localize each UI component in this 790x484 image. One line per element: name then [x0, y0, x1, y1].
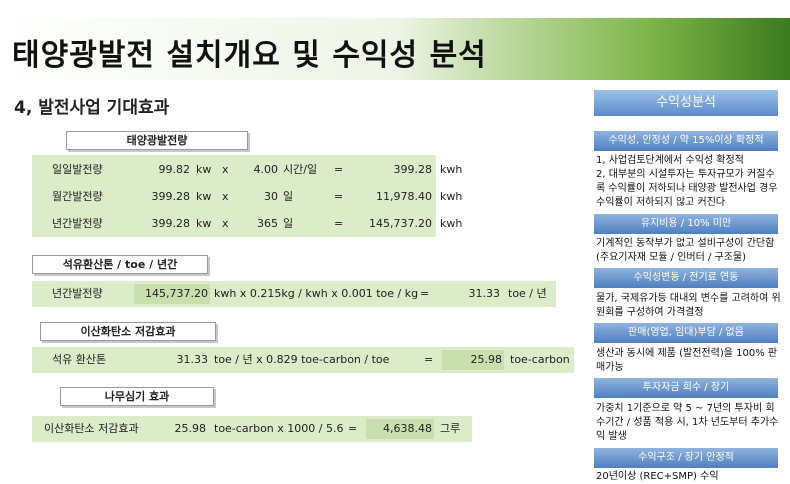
tree-row-formula: toe-carbon x 1000 / 5.6: [214, 422, 344, 435]
row-result-unit: kwh: [440, 163, 463, 176]
sidebar-block-text: 가중치 1기준으로 약 5 ~ 7년의 투자비 회수기간 / 성품 적용 시, …: [596, 403, 779, 442]
oil-section-label: 석유환산톤 / toe / 년간: [32, 255, 208, 274]
sidebar-block-header: 수익성변동 / 전기료 연동: [594, 268, 778, 288]
row-value: 399.28: [151, 190, 191, 203]
row-multiplier-unit: 시간/일: [283, 163, 318, 176]
co2-section-label: 이산화탄소 저감효과: [40, 322, 216, 341]
row-equals: =: [334, 217, 344, 230]
oil-row-equals: =: [420, 287, 430, 300]
sidebar-block-header: 투자자금 회수 / 장기: [594, 378, 778, 398]
row-multiplier: 365: [257, 217, 278, 230]
oil-row-formula: kwh x 0.215kg / kwh x 0.001 toe / kg: [214, 287, 419, 300]
sidebar-block-text: 20년이상 (REC+SMP) 수익: [596, 471, 719, 482]
sidebar-title: 수익성분석: [594, 90, 778, 116]
co2-row-result: 25.98: [442, 350, 504, 370]
oil-row-name: 년간발전량: [52, 287, 103, 300]
tree-section-label: 나무심기 효과: [60, 387, 214, 406]
tree-row-value: 25.98: [174, 422, 207, 435]
row-name: 년간발전량: [52, 217, 103, 230]
row-multiplier-unit: 일: [283, 190, 294, 203]
row-operator: x: [222, 190, 229, 203]
oil-row-result: 31.33: [468, 287, 501, 300]
row-name: 월간발전량: [52, 190, 103, 203]
row-unit: kw: [196, 163, 212, 176]
sidebar-block-header: 판매(영업, 임대)부담 / 없음: [594, 323, 778, 343]
co2-row-formula: toe / 년 x 0.829 toe-carbon / toe: [214, 353, 390, 366]
solar-section-label: 태양광발전량: [66, 131, 248, 150]
row-result-unit: kwh: [440, 190, 463, 203]
row-multiplier: 4.00: [253, 163, 279, 176]
row-operator: x: [222, 163, 229, 176]
co2-row-result-unit: toe-carbon: [510, 353, 570, 366]
row-unit: kw: [196, 190, 212, 203]
row-result: 11,978.40: [376, 190, 432, 203]
row-equals: =: [334, 163, 344, 176]
row-value: 99.82: [158, 163, 191, 176]
co2-row-value: 31.33: [176, 353, 209, 366]
row-value: 399.28: [151, 217, 191, 230]
row-result: 145,737.20: [369, 217, 432, 230]
oil-row-result-unit: toe / 년: [508, 287, 547, 300]
row-result: 399.28: [393, 163, 433, 176]
sidebar-block-text: 1, 사업검토단계에서 수익성 확정적 2, 대부분의 시설투자는 투자규모가 …: [596, 155, 778, 208]
co2-row-name: 석유 환산톤: [52, 353, 107, 366]
oil-row-value: 145,737.20: [134, 284, 210, 304]
row-name: 일일발전량: [52, 163, 103, 176]
sidebar-block-header: 수익구조 / 장기 안정적: [594, 448, 778, 468]
tree-row-result-unit: 그루: [440, 422, 461, 435]
row-equals: =: [334, 190, 344, 203]
sidebar-block-text: 생산과 동시에 제품 (발전전력)을 100% 판매가능: [596, 348, 778, 373]
sidebar-block-header: 수익성, 안정성 / 약 15%이상 확정적: [594, 131, 778, 151]
row-result-unit: kwh: [440, 217, 463, 230]
row-multiplier-unit: 일: [283, 217, 294, 230]
tree-row-result: 4,638.48: [366, 419, 434, 439]
sidebar-block-header: 유지비용 / 10% 미만: [594, 214, 778, 234]
co2-row-equals: =: [424, 353, 434, 366]
row-unit: kw: [196, 217, 212, 230]
tree-row-equals: =: [348, 422, 358, 435]
row-operator: x: [222, 217, 229, 230]
page-title: 태양광발전 설치개요 및 수익성 분석: [12, 38, 487, 73]
sidebar-block-text: 물가, 국제유가등 대내외 변수를 고려하여 위원회를 구성하여 가격결정: [596, 293, 781, 318]
section-subtitle: 4, 발전사업 기대효과: [14, 98, 170, 118]
row-multiplier: 30: [264, 190, 278, 203]
sidebar-block-text: 기계적인 동작부가 없고 설비구성이 간단함 (주요기자재 모듈 / 인버터 /…: [596, 238, 775, 263]
tree-row-name: 이산화탄소 저감효과: [44, 422, 139, 435]
